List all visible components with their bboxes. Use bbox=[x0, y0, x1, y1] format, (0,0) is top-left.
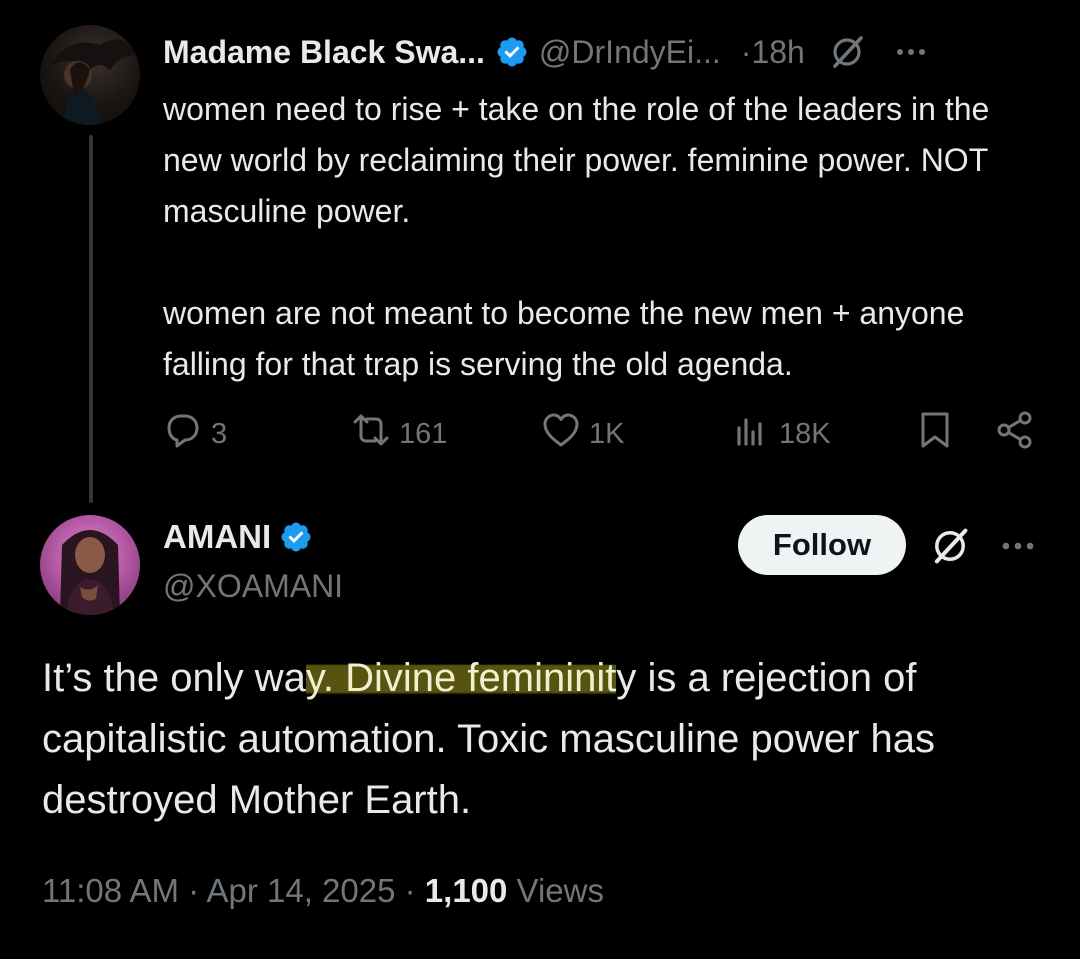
parent-action-bar: 3 161 1K 18K bbox=[163, 410, 1043, 458]
more-icon[interactable] bbox=[891, 32, 931, 72]
more-icon[interactable] bbox=[996, 524, 1040, 568]
avatar-amani[interactable] bbox=[40, 515, 140, 615]
share-button[interactable] bbox=[995, 410, 1043, 458]
views-label: Views bbox=[507, 872, 604, 909]
reply-handle[interactable]: @XOAMANI bbox=[163, 568, 343, 605]
reply-tweet-text: It’s the only way. Divine femininity is … bbox=[42, 648, 1052, 831]
parent-tweet-text: women need to rise + take on the role of… bbox=[163, 84, 1053, 390]
parent-handle[interactable]: @DrIndyEi... bbox=[539, 34, 721, 71]
share-icon bbox=[995, 410, 1043, 458]
like-icon bbox=[541, 410, 589, 458]
bookmark-icon bbox=[915, 410, 963, 458]
grok-icon[interactable] bbox=[827, 32, 867, 72]
parent-time[interactable]: 18h bbox=[751, 34, 804, 71]
views-count: 1,100 bbox=[424, 872, 508, 909]
views-count: 18K bbox=[779, 417, 831, 450]
parent-display-name[interactable]: Madame Black Swa... bbox=[163, 34, 485, 71]
reply-display-name[interactable]: AMANI bbox=[163, 518, 271, 556]
repost-count: 161 bbox=[399, 417, 448, 450]
bookmark-button[interactable] bbox=[915, 410, 963, 458]
reply-button[interactable]: 3 bbox=[163, 410, 227, 458]
repost-icon bbox=[351, 410, 399, 458]
grok-icon[interactable] bbox=[928, 524, 972, 568]
like-button[interactable]: 1K bbox=[541, 410, 624, 458]
views-icon bbox=[731, 410, 779, 458]
follow-button[interactable]: Follow bbox=[738, 515, 906, 575]
repost-button[interactable]: 161 bbox=[351, 410, 447, 458]
like-count: 1K bbox=[589, 417, 625, 450]
reply-count: 3 bbox=[211, 417, 228, 450]
thread-connector-line bbox=[89, 135, 93, 503]
reply-icon bbox=[163, 410, 211, 458]
parent-paragraph-1: women need to rise + take on the role of… bbox=[163, 91, 990, 229]
separator-dot: · bbox=[740, 33, 752, 70]
verified-badge-icon bbox=[495, 35, 529, 69]
views-button[interactable]: 18K bbox=[731, 410, 831, 458]
reply-header: AMANI bbox=[163, 518, 323, 556]
avatar-madame-black-swan[interactable] bbox=[40, 25, 140, 125]
parent-paragraph-2: women are not meant to become the new me… bbox=[163, 295, 965, 382]
parent-tweet-header: Madame Black Swa... @DrIndyEi... · 18h bbox=[163, 28, 931, 76]
reply-text-part: It’s the only wa bbox=[42, 656, 306, 700]
timestamp[interactable]: 11:08 AM · Apr 14, 2025 · bbox=[42, 872, 425, 909]
verified-badge-icon bbox=[279, 520, 313, 554]
highlighted-text: y. Divine femininit bbox=[305, 656, 617, 700]
tweet-metadata: 11:08 AM · Apr 14, 2025 · 1,100 Views bbox=[42, 872, 604, 910]
